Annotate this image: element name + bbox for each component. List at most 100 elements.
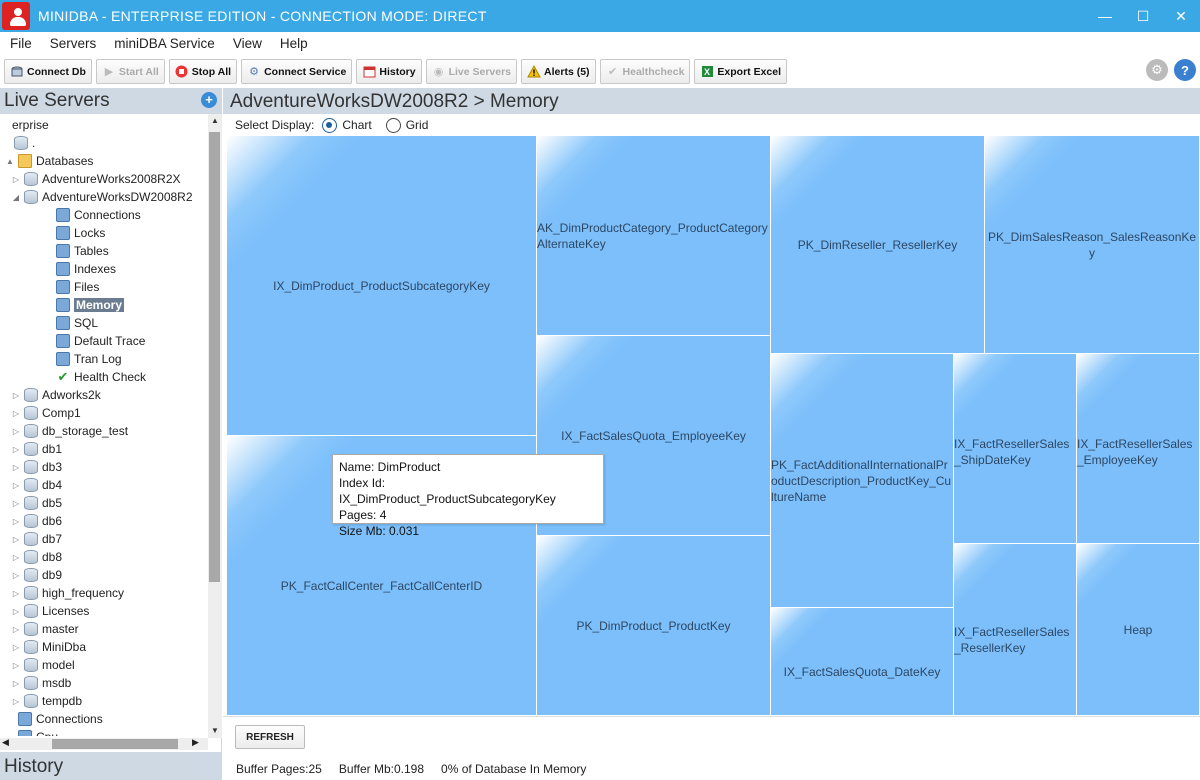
tree-item-db1[interactable]: ▷ db1	[10, 440, 62, 458]
expander-icon[interactable]: ▷	[10, 391, 22, 400]
scroll-right-arrow-icon[interactable]: ▶	[192, 737, 199, 748]
tree-item-health-check[interactable]: ✔ Health Check	[42, 368, 147, 386]
tree-item-db-storage-test[interactable]: ▷ db_storage_test	[10, 422, 128, 440]
close-button[interactable]: ✕	[1162, 0, 1200, 32]
expander-icon[interactable]: ▷	[10, 517, 22, 526]
minimize-button[interactable]: —	[1086, 0, 1124, 32]
treemap-cell[interactable]: AK_DimProductCategory_ProductCategoryAlt…	[537, 136, 771, 336]
tree-item-tran-log[interactable]: Tran Log	[42, 350, 122, 368]
expander-icon[interactable]: ▲	[4, 157, 16, 166]
maximize-button[interactable]: ☐	[1124, 0, 1162, 32]
menu-help[interactable]: Help	[271, 36, 317, 51]
tree-horizontal-scrollbar[interactable]: ◀ ▶	[0, 737, 208, 750]
tree-item-adworks2k[interactable]: ▷ Adworks2k	[10, 386, 101, 404]
tree-item-files[interactable]: Files	[42, 278, 99, 296]
tree-item-db8[interactable]: ▷ db8	[10, 548, 62, 566]
tree-item-tempdb[interactable]: ▷ tempdb	[10, 692, 82, 710]
tree-item-comp1[interactable]: ▷ Comp1	[10, 404, 81, 422]
menu-servers[interactable]: Servers	[41, 36, 106, 51]
tree-item-default-trace[interactable]: Default Trace	[42, 332, 145, 350]
tree-item-tables[interactable]: Tables	[42, 242, 109, 260]
grid-radio-label[interactable]: Grid	[406, 118, 429, 132]
tree-item-model[interactable]: ▷ model	[10, 656, 75, 674]
tree-item-adventureworks2008r2x[interactable]: ▷ AdventureWorks2008R2X	[10, 170, 181, 188]
tree-item-indexes[interactable]: Indexes	[42, 260, 116, 278]
expander-icon[interactable]: ▷	[10, 571, 22, 580]
help-icon[interactable]: ?	[1174, 59, 1196, 81]
tree-item-adventureworksdw2008r2[interactable]: ◢ AdventureWorksDW2008R2	[10, 188, 193, 206]
expander-icon[interactable]: ▷	[10, 175, 22, 184]
expander-icon[interactable]: ▷	[10, 589, 22, 598]
start-all-button[interactable]: ▶ Start All	[95, 59, 165, 84]
treemap-cell[interactable]: IX_FactResellerSales_ShipDateKey	[954, 354, 1077, 544]
tree-item-databases[interactable]: ▲ Databases	[4, 152, 93, 170]
tree-item-erprise[interactable]: erprise	[0, 116, 49, 134]
tree-vertical-scrollbar[interactable]: ▲ ▼	[208, 114, 222, 738]
tree-item-sql[interactable]: SQL	[42, 314, 98, 332]
alerts-button[interactable]: Alerts (5)	[521, 59, 596, 84]
tree-item-cpu[interactable]: Cpu	[4, 728, 58, 736]
tree-item-connections[interactable]: Connections	[42, 206, 141, 224]
treemap-cell[interactable]: Heap	[1077, 544, 1200, 716]
tree-item-minidba[interactable]: ▷ MiniDba	[10, 638, 86, 656]
tree-item-db6[interactable]: ▷ db6	[10, 512, 62, 530]
scroll-left-arrow-icon[interactable]: ◀	[2, 737, 9, 748]
treemap-cell[interactable]: PK_DimSalesReason_SalesReasonKey	[985, 136, 1200, 354]
refresh-button[interactable]: REFRESH	[235, 725, 305, 749]
tree-item-db4[interactable]: ▷ db4	[10, 476, 62, 494]
scroll-down-arrow-icon[interactable]: ▼	[208, 724, 222, 738]
horizontal-scroll-thumb[interactable]	[52, 739, 178, 749]
treemap-cell[interactable]: PK_FactAdditionalInternationalProductDes…	[771, 354, 954, 608]
expander-icon[interactable]: ▷	[10, 553, 22, 562]
treemap-cell[interactable]: IX_DimProduct_ProductSubcategoryKey	[227, 136, 537, 436]
expander-icon[interactable]: ▷	[10, 625, 22, 634]
expander-icon[interactable]: ▷	[10, 481, 22, 490]
expander-icon[interactable]: ▷	[10, 535, 22, 544]
healthcheck-button[interactable]: ✔ Healthcheck	[599, 59, 691, 84]
expander-icon[interactable]: ▷	[10, 697, 22, 706]
menu-file[interactable]: File	[0, 36, 41, 51]
tree-item-licenses[interactable]: ▷ Licenses	[10, 602, 89, 620]
chart-radio-label[interactable]: Chart	[342, 118, 371, 132]
tree-item-db7[interactable]: ▷ db7	[10, 530, 62, 548]
tree-item-[interactable]: .	[0, 134, 35, 152]
expander-icon[interactable]: ▷	[10, 445, 22, 454]
stop-all-button[interactable]: Stop All	[168, 59, 238, 84]
expander-icon[interactable]: ◢	[10, 193, 22, 202]
grid-radio[interactable]	[385, 117, 401, 133]
tree-item-master[interactable]: ▷ master	[10, 620, 79, 638]
history-button[interactable]: History	[356, 59, 422, 84]
history-header[interactable]: History	[0, 752, 222, 780]
menu-minidba-service[interactable]: miniDBA Service	[105, 36, 224, 51]
menu-view[interactable]: View	[224, 36, 271, 51]
tree-item-memory[interactable]: Memory	[42, 296, 125, 314]
expander-icon[interactable]: ▷	[10, 679, 22, 688]
expander-icon[interactable]: ▷	[10, 661, 22, 670]
live-servers-button[interactable]: ◉ Live Servers	[425, 59, 518, 84]
treemap-cell[interactable]: PK_DimProduct_ProductKey	[537, 536, 771, 716]
tree-item-locks[interactable]: Locks	[42, 224, 105, 242]
expander-icon[interactable]: ▷	[10, 463, 22, 472]
tree-item-db9[interactable]: ▷ db9	[10, 566, 62, 584]
tree-item-db5[interactable]: ▷ db5	[10, 494, 62, 512]
treemap-cell[interactable]: IX_FactSalesQuota_DateKey	[771, 608, 954, 716]
tree-item-db3[interactable]: ▷ db3	[10, 458, 62, 476]
expander-icon[interactable]: ▷	[10, 427, 22, 436]
expander-icon[interactable]: ▷	[10, 643, 22, 652]
expander-icon[interactable]: ▷	[10, 607, 22, 616]
chart-radio[interactable]	[322, 117, 338, 133]
connect-db-button[interactable]: Connect Db	[4, 59, 92, 84]
expander-icon[interactable]: ▷	[10, 409, 22, 418]
treemap-cell[interactable]: PK_DimReseller_ResellerKey	[771, 136, 985, 354]
scroll-thumb[interactable]	[209, 132, 220, 582]
settings-gear-icon[interactable]: ⚙	[1146, 59, 1168, 81]
scroll-up-arrow-icon[interactable]: ▲	[208, 114, 222, 128]
treemap-cell[interactable]: IX_FactResellerSales_EmployeeKey	[1077, 354, 1200, 544]
tree-item-high-frequency[interactable]: ▷ high_frequency	[10, 584, 124, 602]
treemap-cell[interactable]: IX_FactResellerSales_ResellerKey	[954, 544, 1077, 716]
expander-icon[interactable]: ▷	[10, 499, 22, 508]
tree-item-connections[interactable]: Connections	[4, 710, 103, 728]
tree-item-msdb[interactable]: ▷ msdb	[10, 674, 71, 692]
connect-service-button[interactable]: ⚙ Connect Service	[241, 59, 353, 84]
add-server-icon[interactable]: +	[201, 92, 217, 108]
